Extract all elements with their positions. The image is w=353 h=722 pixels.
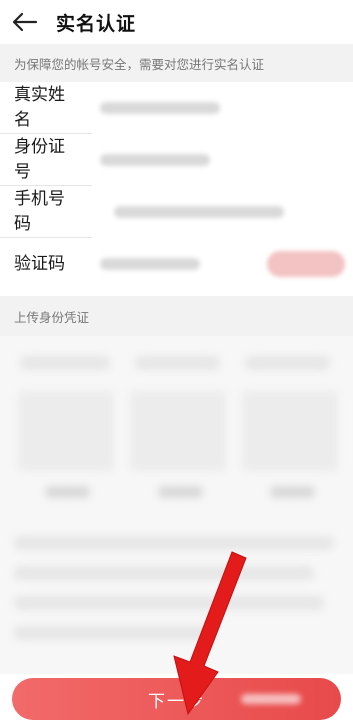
- instruction-text: [14, 536, 334, 550]
- code-label: 验证码: [14, 253, 65, 274]
- id-number-label: 身份证 号: [0, 134, 92, 186]
- code-value: [100, 258, 200, 270]
- get-code-button[interactable]: [267, 251, 345, 277]
- id-number-value: [100, 154, 210, 166]
- id-number-label-line1: 身份证: [14, 136, 65, 157]
- upload-label: [45, 486, 90, 498]
- top-bar: 实名认证: [0, 0, 353, 44]
- phone-row: 手机号 码: [0, 186, 353, 238]
- real-name-input[interactable]: [92, 82, 353, 134]
- real-name-label-line2: 名: [14, 109, 31, 130]
- upload-label: [158, 486, 203, 498]
- phone-input[interactable]: [92, 186, 353, 238]
- code-row: 验证码: [0, 238, 353, 290]
- upload-label: [270, 486, 315, 498]
- button-blur-decoration: [241, 694, 301, 704]
- page-title: 实名认证: [56, 12, 137, 35]
- instruction-text: [14, 626, 214, 640]
- next-step-label: 下一步: [148, 691, 205, 711]
- arrow-left-icon: [12, 12, 38, 32]
- real-name-value: [100, 102, 220, 114]
- id-number-label-line2: 号: [14, 161, 31, 182]
- verification-form: 真实姓 名 身份证 号 手机号 码 验证码: [0, 82, 353, 290]
- real-name-row: 真实姓 名: [0, 82, 353, 134]
- id-number-row: 身份证 号: [0, 134, 353, 186]
- upload-hint-text: [135, 356, 220, 370]
- id-front-upload[interactable]: [18, 391, 114, 471]
- instruction-text: [14, 566, 314, 580]
- upload-hint-text: [20, 356, 110, 370]
- real-name-label: 真实姓 名: [0, 82, 92, 134]
- upload-area: [0, 336, 353, 674]
- phone-label-line2: 码: [14, 213, 31, 234]
- id-number-input[interactable]: [92, 134, 353, 186]
- phone-value: [114, 206, 284, 218]
- real-name-label-line1: 真实姓: [14, 84, 65, 105]
- security-notice: 为保障您的帐号安全，需要对您进行实名认证: [0, 44, 353, 82]
- id-back-upload[interactable]: [130, 391, 226, 471]
- instruction-text: [14, 596, 324, 610]
- phone-label: 手机号 码: [0, 186, 92, 238]
- phone-label-line1: 手机号: [14, 188, 65, 209]
- next-step-button[interactable]: 下一步: [12, 678, 341, 720]
- upload-section-title: 上传身份凭证: [0, 296, 353, 336]
- id-holding-upload[interactable]: [242, 391, 338, 471]
- back-button[interactable]: [12, 0, 44, 44]
- upload-hint-text: [245, 356, 330, 370]
